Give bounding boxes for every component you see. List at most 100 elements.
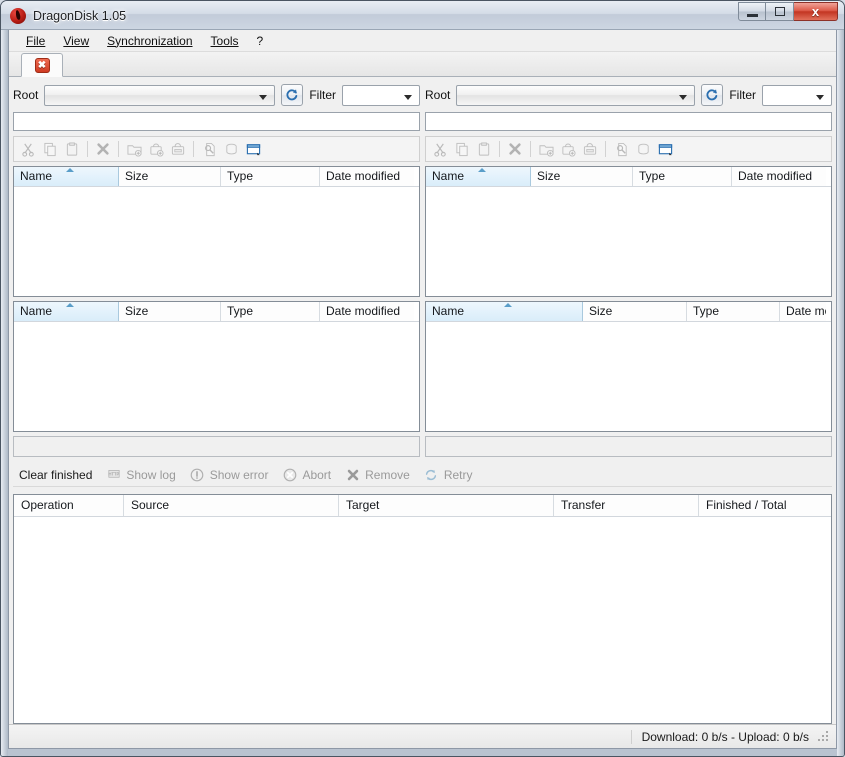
cut-icon[interactable] <box>18 139 38 159</box>
column-header-date-modified[interactable]: Date mo <box>780 302 826 321</box>
left-filter-label: Filter <box>309 88 336 102</box>
abort-circle-icon <box>282 467 297 482</box>
left-refresh-button[interactable] <box>281 84 303 106</box>
paste-icon[interactable] <box>62 139 82 159</box>
right-root-value <box>457 86 694 89</box>
toolbar-separator <box>499 141 500 157</box>
show-error-button[interactable]: Show error <box>190 467 269 482</box>
abort-button[interactable]: Abort <box>282 467 331 482</box>
clear-finished-label: Clear finished <box>19 468 92 482</box>
queue-column-finished-total[interactable]: Finished / Total <box>699 495 829 516</box>
right-root-combo[interactable] <box>456 85 695 106</box>
column-header-name[interactable]: Name <box>14 167 119 186</box>
bucket-properties-icon[interactable] <box>633 139 653 159</box>
right-refresh-button[interactable] <box>701 84 723 106</box>
queue-column-source[interactable]: Source <box>124 495 339 516</box>
menu-file[interactable]: File <box>17 31 54 51</box>
column-header-date-modified[interactable]: Date modified <box>320 167 414 186</box>
column-header-type[interactable]: Type <box>633 167 732 186</box>
left-root-value <box>45 86 274 89</box>
retry-button[interactable]: Retry <box>424 467 473 482</box>
left-filter-combo[interactable] <box>342 85 420 106</box>
left-path-input[interactable] <box>13 112 420 131</box>
tab-close-icon[interactable]: ✖ <box>35 58 50 73</box>
paste-icon[interactable] <box>474 139 494 159</box>
left-path-value <box>14 113 419 117</box>
resize-grip-icon[interactable] <box>817 730 830 743</box>
left-lower-list[interactable]: Name Size Type Date modified <box>13 301 420 432</box>
column-header-name[interactable]: Name <box>426 302 583 321</box>
refresh-icon <box>285 88 299 102</box>
new-window-icon[interactable] <box>243 139 263 159</box>
new-window-icon[interactable] <box>655 139 675 159</box>
remove-x-icon <box>345 467 360 482</box>
column-header-name[interactable]: Name <box>14 302 119 321</box>
column-header-type[interactable]: Type <box>221 167 320 186</box>
column-header-size[interactable]: Size <box>531 167 633 186</box>
right-lower-list-body[interactable] <box>426 322 831 431</box>
new-bucket-icon[interactable] <box>146 139 166 159</box>
queue-column-operation[interactable]: Operation <box>14 495 124 516</box>
right-file-toolbar <box>425 136 832 162</box>
delete-icon[interactable] <box>93 139 113 159</box>
menu-help[interactable]: ? <box>248 31 273 51</box>
show-log-button[interactable]: HTTP Show log <box>106 467 175 482</box>
cut-icon[interactable] <box>430 139 450 159</box>
new-folder-icon[interactable] <box>536 139 556 159</box>
right-filter-combo[interactable] <box>762 85 832 106</box>
column-header-size[interactable]: Size <box>119 302 221 321</box>
new-bucket-icon[interactable] <box>558 139 578 159</box>
queue-column-transfer[interactable]: Transfer <box>554 495 699 516</box>
tab-connection-1[interactable]: ✖ <box>21 53 63 77</box>
warning-circle-icon <box>190 467 205 482</box>
close-button[interactable]: x <box>794 2 838 21</box>
queue-toolbar: Clear finished HTTP Show log Show error <box>13 463 832 487</box>
clear-finished-button[interactable]: Clear finished <box>19 468 92 482</box>
column-header-name[interactable]: Name <box>426 167 531 186</box>
copy-icon[interactable] <box>40 139 60 159</box>
left-upper-list-body[interactable] <box>14 187 419 296</box>
upload-folder-icon[interactable] <box>580 139 600 159</box>
left-upper-list[interactable]: Name Size Type Date modified <box>13 166 420 297</box>
remove-label: Remove <box>365 468 410 482</box>
left-filter-value <box>343 86 419 89</box>
left-root-combo[interactable] <box>44 85 275 106</box>
column-header-date-modified[interactable]: Date modified <box>320 302 414 321</box>
column-header-type[interactable]: Type <box>221 302 320 321</box>
remove-button[interactable]: Remove <box>345 467 410 482</box>
right-path-input[interactable] <box>425 112 832 131</box>
right-upper-list-body[interactable] <box>426 187 831 296</box>
delete-icon[interactable] <box>505 139 525 159</box>
menu-bar: File View Synchronization Tools ? <box>9 30 836 52</box>
transfer-rate-status: Download: 0 b/s - Upload: 0 b/s <box>631 730 809 744</box>
menu-view[interactable]: View <box>54 31 98 51</box>
new-folder-icon[interactable] <box>124 139 144 159</box>
column-label: Name <box>432 169 464 183</box>
menu-tools[interactable]: Tools <box>202 31 248 51</box>
menu-synchronization[interactable]: Synchronization <box>98 31 201 51</box>
bucket-properties-icon[interactable] <box>221 139 241 159</box>
column-header-size[interactable]: Size <box>119 167 221 186</box>
permissions-icon[interactable] <box>199 139 219 159</box>
window-title: DragonDisk 1.05 <box>33 9 126 23</box>
permissions-icon[interactable] <box>611 139 631 159</box>
left-root-bar: Root Filter <box>13 82 420 108</box>
column-header-size[interactable]: Size <box>583 302 687 321</box>
column-header-date-modified[interactable]: Date modified <box>732 167 826 186</box>
column-header-type[interactable]: Type <box>687 302 780 321</box>
upload-folder-icon[interactable] <box>168 139 188 159</box>
right-pane-status <box>425 436 832 457</box>
queue-column-target[interactable]: Target <box>339 495 554 516</box>
sort-ascending-icon <box>478 168 486 172</box>
copy-icon[interactable] <box>452 139 472 159</box>
minimize-button[interactable] <box>738 2 766 21</box>
right-lower-list[interactable]: Name Size Type Date mo <box>425 301 832 432</box>
transfer-queue-list[interactable]: Operation Source Target Transfer Finishe… <box>13 494 832 724</box>
toolbar-separator <box>87 141 88 157</box>
left-lower-list-body[interactable] <box>14 322 419 431</box>
queue-list-body[interactable] <box>14 517 831 723</box>
right-upper-columns: Name Size Type Date modified <box>426 167 831 187</box>
column-label: Name <box>20 304 52 318</box>
maximize-button[interactable] <box>766 2 794 21</box>
right-upper-list[interactable]: Name Size Type Date modified <box>425 166 832 297</box>
